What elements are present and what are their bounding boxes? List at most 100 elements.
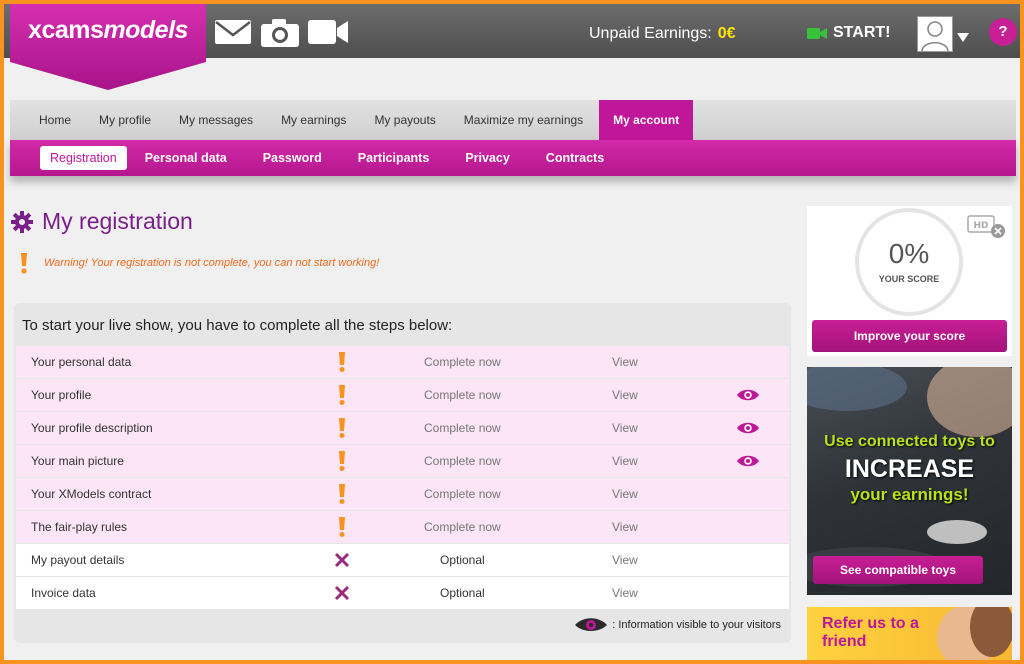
gear-icon xyxy=(11,210,33,233)
exclamation-icon xyxy=(334,484,350,504)
eye-icon xyxy=(736,388,760,405)
step-name: The fair-play rules xyxy=(31,520,128,534)
visibility-legend: : Information visible to your visitors xyxy=(574,617,781,633)
view-link[interactable]: View xyxy=(612,355,638,369)
optional-label: Optional xyxy=(440,586,485,600)
tab-my-profile[interactable]: My profile xyxy=(85,100,165,140)
page-title-text: My registration xyxy=(42,208,193,234)
promo-line-1: Use connected toys to xyxy=(824,433,995,450)
step-name: Invoice data xyxy=(31,586,96,600)
eye-icon xyxy=(736,454,760,471)
step-row: Your profile Complete now View xyxy=(16,379,789,411)
complete-now-link[interactable]: Complete now xyxy=(424,520,501,534)
mail-icon[interactable] xyxy=(214,18,252,51)
step-name: Your profile description xyxy=(31,421,153,435)
promo-banner[interactable]: Use connected toys to INCREASE your earn… xyxy=(807,367,1012,595)
subtab-personal-data[interactable]: Personal data xyxy=(127,146,245,170)
exclamation-icon xyxy=(334,418,350,438)
start-button[interactable]: START! xyxy=(807,24,890,42)
help-button[interactable]: ? xyxy=(989,18,1017,46)
score-widget: 0% YOUR SCORE HD Improve your score xyxy=(807,206,1012,356)
score-ring: 0% YOUR SCORE xyxy=(855,208,963,316)
logo[interactable]: xcamsmodels xyxy=(10,4,206,90)
score-value: 0% xyxy=(888,238,930,269)
exclamation-icon xyxy=(334,451,350,471)
panel-heading: To start your live show, you have to com… xyxy=(22,317,453,334)
complete-now-link[interactable]: Complete now xyxy=(424,454,501,468)
legend-text: : Information visible to your visitors xyxy=(612,619,781,631)
tab-my-account[interactable]: My account xyxy=(599,100,694,140)
step-row: The fair-play rules Complete now View xyxy=(16,511,789,543)
tab-my-earnings[interactable]: My earnings xyxy=(267,100,360,140)
view-link[interactable]: View xyxy=(612,553,638,567)
view-link[interactable]: View xyxy=(612,487,638,501)
subtab-password[interactable]: Password xyxy=(245,146,340,170)
main-nav: Home My profile My messages My earnings … xyxy=(10,100,1016,140)
logo-text-b: models xyxy=(103,16,188,44)
earnings-value: 0€ xyxy=(717,25,736,42)
view-link[interactable]: View xyxy=(612,586,638,600)
cross-icon xyxy=(334,583,350,603)
step-name: Your profile xyxy=(31,388,92,402)
start-label: START! xyxy=(833,24,891,41)
subtab-registration[interactable]: Registration xyxy=(40,146,127,170)
see-compatible-toys-button[interactable]: See compatible toys xyxy=(813,556,983,584)
step-row: Invoice data Optional View xyxy=(16,577,789,609)
view-link[interactable]: View xyxy=(612,388,638,402)
subtab-privacy[interactable]: Privacy xyxy=(447,146,527,170)
tab-my-payouts[interactable]: My payouts xyxy=(360,100,449,140)
user-silhouette-icon xyxy=(918,17,952,52)
complete-now-link[interactable]: Complete now xyxy=(424,388,501,402)
complete-now-link[interactable]: Complete now xyxy=(424,355,501,369)
step-row: My payout details Optional View xyxy=(16,544,789,576)
optional-label: Optional xyxy=(440,553,485,567)
eye-icon xyxy=(575,618,608,631)
view-link[interactable]: View xyxy=(612,421,638,435)
step-row: Your XModels contract Complete now View xyxy=(16,478,789,510)
cross-icon xyxy=(334,550,350,570)
subtab-participants[interactable]: Participants xyxy=(340,146,448,170)
exclamation-icon xyxy=(334,352,350,372)
step-name: Your personal data xyxy=(31,355,132,369)
step-row: Your main picture Complete now View xyxy=(16,445,789,477)
tab-my-messages[interactable]: My messages xyxy=(165,100,267,140)
promo-line-3: your earnings! xyxy=(850,485,969,504)
hd-icon: HD xyxy=(967,214,1009,245)
video-camera-icon[interactable] xyxy=(307,18,349,51)
earnings-label: Unpaid Earnings: xyxy=(589,25,712,42)
complete-now-link[interactable]: Complete now xyxy=(424,421,501,435)
view-link[interactable]: View xyxy=(612,454,638,468)
avatar[interactable] xyxy=(917,16,953,52)
tab-maximize-earnings[interactable]: Maximize my earnings xyxy=(450,100,597,140)
logo-text-a: xcams xyxy=(28,16,104,44)
unpaid-earnings: Unpaid Earnings: 0€ xyxy=(589,25,736,43)
hd-text: HD xyxy=(973,221,988,231)
view-link[interactable]: View xyxy=(612,520,638,534)
registration-steps-panel: To start your live show, you have to com… xyxy=(14,303,791,643)
exclamation-icon xyxy=(334,517,350,537)
promo-line-2: INCREASE xyxy=(844,455,975,483)
exclamation-icon xyxy=(334,385,350,405)
step-name: Your main picture xyxy=(31,454,124,468)
warning-text: Warning! Your registration is not comple… xyxy=(44,257,380,269)
chevron-down-icon[interactable] xyxy=(957,29,969,47)
score-label: YOUR SCORE xyxy=(878,274,940,284)
refer-text: Refer us to a friend xyxy=(822,615,919,650)
improve-score-button[interactable]: Improve your score xyxy=(812,320,1007,352)
registration-warning: Warning! Your registration is not comple… xyxy=(20,252,379,274)
tab-home[interactable]: Home xyxy=(25,100,85,140)
step-name: Your XModels contract xyxy=(31,487,152,501)
sub-nav: Registration Personal data Password Part… xyxy=(10,140,1016,176)
subtab-contracts[interactable]: Contracts xyxy=(528,146,622,170)
eye-icon xyxy=(736,421,760,438)
steps-list: Your personal data Complete now View You… xyxy=(16,346,789,610)
complete-now-link[interactable]: Complete now xyxy=(424,487,501,501)
step-row: Your personal data Complete now View xyxy=(16,346,789,378)
exclamation-icon xyxy=(21,253,27,274)
refer-friend-banner[interactable]: Refer us to a friend xyxy=(807,607,1012,660)
green-camera-icon xyxy=(807,27,827,39)
camera-icon[interactable] xyxy=(260,18,300,53)
step-row: Your profile description Complete now Vi… xyxy=(16,412,789,444)
step-name: My payout details xyxy=(31,553,125,567)
page-title: My registration xyxy=(10,208,193,235)
